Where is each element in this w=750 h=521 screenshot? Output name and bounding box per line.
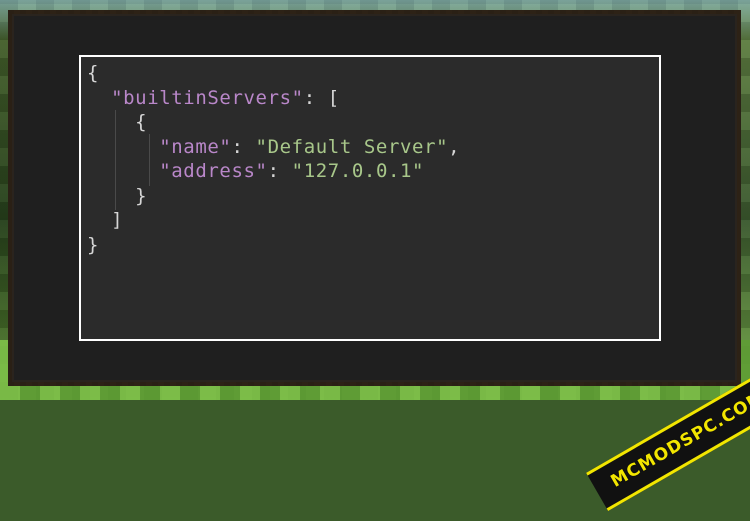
code-line: {	[87, 61, 460, 86]
code-token: ]	[111, 209, 124, 231]
code-token: {	[135, 111, 148, 133]
code-line: }	[87, 184, 460, 209]
code-token: "address"	[159, 160, 268, 182]
code-token: ,	[448, 135, 461, 158]
code-token: "builtinServers"	[111, 86, 304, 109]
code-token: }	[87, 233, 100, 256]
code-token: "name"	[159, 135, 232, 158]
code-token: "Default Server"	[255, 135, 449, 158]
code-token: : [	[303, 86, 340, 109]
code-line: ]	[87, 208, 460, 233]
code-token: :	[231, 135, 256, 158]
watermark-text: MCMODSPC.COM	[607, 387, 750, 492]
code-token: {	[87, 62, 100, 84]
code-token: :	[267, 160, 292, 182]
code-editor: { "builtinServers": [ { "name": "Default…	[79, 55, 661, 341]
code-token: "127.0.0.1"	[291, 160, 425, 182]
code-token: }	[135, 184, 148, 207]
json-code-block: { "builtinServers": [ { "name": "Default…	[87, 61, 460, 257]
code-line: "address": "127.0.0.1"	[87, 159, 460, 184]
code-line: "builtinServers": [	[87, 86, 460, 111]
code-line: "name": "Default Server",	[87, 135, 460, 160]
code-line: }	[87, 233, 460, 258]
code-line: {	[87, 110, 460, 135]
